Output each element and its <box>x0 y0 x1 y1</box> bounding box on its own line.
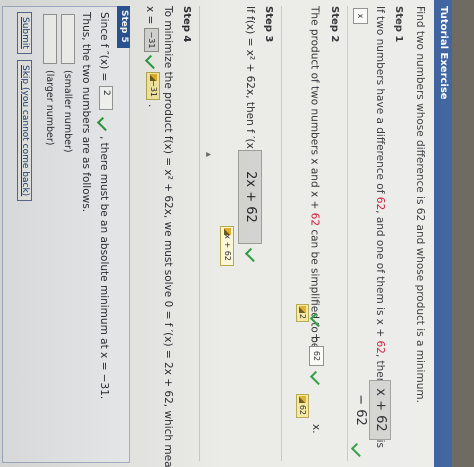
step3-answer-tile: 2x + 62 <box>220 226 234 266</box>
step2-coef-box: 62 <box>309 346 324 366</box>
step2-title: Step 2 <box>329 6 340 43</box>
pencil-icon <box>224 228 231 235</box>
smaller-number-label: (smaller number) <box>62 70 73 153</box>
step4-text: To minimize the product f(x) = x² + 62x,… <box>162 6 174 467</box>
cursor-mark: ▴ <box>203 152 214 158</box>
plus-sign: + <box>310 333 322 342</box>
step3-title: Step 3 <box>263 6 274 43</box>
smaller-number-input[interactable] <box>61 14 75 64</box>
submit-button[interactable]: Submit <box>17 12 32 54</box>
tutorial-header: Tutorial Exercise <box>434 0 452 467</box>
step1-correct-check-icon <box>350 442 366 458</box>
step1-title: Step 1 <box>393 6 404 43</box>
step5-since-rest: , there must be an absolute minimum at x… <box>98 136 110 400</box>
step3-text: If f(x) = x² + 62x, then f ′(x) = <box>244 6 256 166</box>
screen: Tutorial Exercise Find two numbers whose… <box>0 0 474 467</box>
larger-number-input[interactable] <box>43 14 57 64</box>
step2-exponent-tile: 2 <box>296 304 309 322</box>
step4-answer-tile: −31 <box>146 72 160 100</box>
step1-answer-box: x + 62 − 62 <box>353 380 391 440</box>
pencil-icon <box>299 396 306 403</box>
second-derivative-input[interactable]: 2 <box>99 86 113 110</box>
divider <box>199 6 200 461</box>
step5-since-text: Since f ″(x) = <box>98 12 110 82</box>
divider <box>347 6 348 461</box>
problem-statement: Find two numbers whose difference is 62 … <box>414 6 426 403</box>
step5-thus-text: Thus, the two numbers are as follows. <box>80 12 92 213</box>
skip-button[interactable]: Skip (you cannot come back) <box>17 60 32 202</box>
divider <box>281 6 282 461</box>
step1-difference: 62 <box>374 196 386 211</box>
step1-small-box: x <box>353 8 368 24</box>
step3-correct-check-icon <box>244 247 260 263</box>
pencil-icon <box>150 74 157 81</box>
step2-tail: x. <box>310 424 322 434</box>
tutorial-page: Tutorial Exercise Find two numbers whose… <box>0 0 452 467</box>
step4-x-label: x = <box>144 6 156 25</box>
pencil-icon <box>299 306 306 313</box>
step2-coef-check-icon <box>309 370 325 386</box>
step3-answer-box: 2x + 62 <box>238 150 262 244</box>
step4-title: Step 4 <box>181 6 192 43</box>
step4-correct-check-icon <box>144 54 160 70</box>
step4-answer-box: −31 <box>144 28 159 52</box>
larger-number-label: (larger number) <box>44 70 55 146</box>
step2-coef-tile: 62 <box>296 394 309 418</box>
step2-text: The product of two numbers x and x + 62 … <box>309 6 323 363</box>
step5-title: Step 5 <box>117 6 130 48</box>
